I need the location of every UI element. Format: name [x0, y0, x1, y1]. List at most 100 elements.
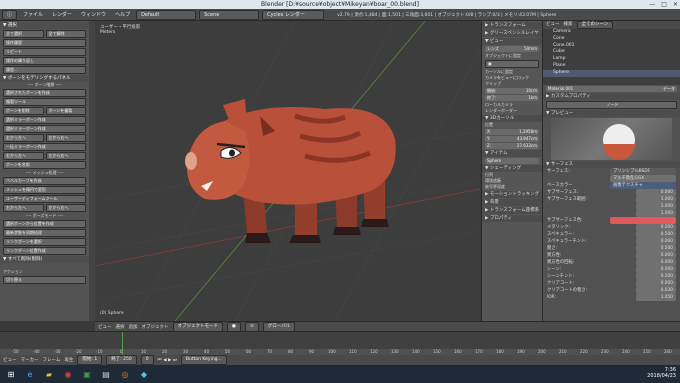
prop-row[interactable]: 異方性: 0.000: [543, 252, 680, 259]
subsurface-color-swatch[interactable]: [610, 217, 676, 224]
prop-row[interactable]: スペキュラー: 0.500: [543, 231, 680, 238]
right-to-left-button[interactable]: 右から左へ: [3, 134, 44, 142]
close-button[interactable]: ✕: [673, 0, 678, 9]
boar-model[interactable]: [95, 21, 480, 321]
prop-row[interactable]: スペキュラーチント: 0.000: [543, 238, 680, 245]
editor-type-icon[interactable]: ⓘ: [2, 9, 18, 20]
scene-select[interactable]: Scene: [199, 9, 260, 20]
lens-field[interactable]: レンズ 50mm: [485, 46, 539, 52]
clip-end-field[interactable]: 終了: 1km: [485, 95, 539, 101]
history-button[interactable]: 操作履歴: [3, 39, 86, 47]
cursor-x-field[interactable]: X: 1.2958m: [485, 129, 539, 135]
keying-set-select[interactable]: Button Keying...: [180, 355, 227, 365]
menu-file[interactable]: ファイル: [20, 11, 46, 18]
action-select[interactable]: 切り替え: [3, 276, 86, 284]
view-header[interactable]: ▼ ビュー: [482, 38, 542, 45]
prop-row[interactable]: シーンチント: 0.500: [543, 273, 680, 280]
duplicate-bone-button[interactable]: ボーンを複製: [45, 107, 86, 115]
panel-select-header[interactable]: ▼ 選択: [0, 22, 89, 29]
menu-render[interactable]: レンダー: [49, 11, 75, 18]
3d-cursor-header[interactable]: ▼ 3Dカーソル: [482, 115, 542, 122]
batch-mirror-button[interactable]: 一括ミラーボーン作成: [3, 143, 86, 151]
surface-header[interactable]: ▼ サーフェス: [543, 161, 680, 168]
prop-row[interactable]: IOR: 1.450: [543, 294, 680, 301]
item-header[interactable]: ▼ アイテム: [482, 150, 542, 157]
pivot-select[interactable]: ⊙: [244, 321, 259, 332]
prop-row[interactable]: サブサーフェス: 0.000: [543, 189, 680, 196]
right-to-left-button-2[interactable]: 右から左へ: [3, 152, 44, 160]
chrome-icon[interactable]: ◉: [60, 367, 76, 381]
prop-row[interactable]: シーン: 0.000: [543, 266, 680, 273]
select-link-bone-button[interactable]: リンクボーンを選択: [3, 238, 86, 246]
shading-header[interactable]: ▼ シェーディング: [482, 165, 542, 172]
delete-bone-button[interactable]: ボーンを削除: [3, 107, 44, 115]
shading-select[interactable]: ●: [227, 321, 241, 332]
panel-bone-header[interactable]: ▼ ボーンをモデリングするパネル: [0, 75, 89, 82]
outliner-search-menu[interactable]: 検索: [564, 21, 573, 29]
duplicate-tool-button[interactable]: 複製ツール: [3, 98, 86, 106]
create-bone-button[interactable]: 選択されたボーンを作成: [3, 89, 86, 97]
outliner-item[interactable]: Lamp: [543, 56, 680, 63]
3d-viewport[interactable]: ユーザー・平行投影 Meters (0) Sphere: [95, 21, 480, 321]
create-from-bone-button[interactable]: 選択ボーンから位置を作成: [3, 220, 86, 228]
store-icon[interactable]: ▣: [79, 367, 95, 381]
prop-row[interactable]: サブサーフェス範囲: 1.000: [543, 196, 680, 203]
menu-help[interactable]: ヘルプ: [112, 11, 133, 18]
minimize-button[interactable]: —: [649, 0, 655, 9]
use-nodes-button[interactable]: ノード: [546, 101, 677, 109]
view-menu[interactable]: ビュー: [98, 324, 112, 330]
prop-row[interactable]: 1.000: [543, 210, 680, 217]
repeat-button[interactable]: リピート: [3, 48, 86, 56]
dof-checkbox[interactable]: 被写界深度: [482, 184, 542, 190]
windows-start-icon[interactable]: ⊞: [3, 367, 19, 381]
timeline[interactable]: -50 -40 -30 -20 -10 0 10 20 30 40 50 60 …: [0, 331, 680, 365]
outliner-view-menu[interactable]: ビュー: [546, 21, 560, 29]
mesh-ellipse-button[interactable]: メッシュを楕円で変形: [3, 186, 86, 194]
item-name-field[interactable]: Sphere: [485, 158, 539, 164]
left-to-right-button[interactable]: 左から右へ: [45, 134, 86, 142]
right-to-left-button-3[interactable]: 右から左へ: [3, 204, 44, 212]
folder-icon[interactable]: ▰: [41, 367, 57, 381]
prop-row[interactable]: クリアコートの粗さ: 0.030: [543, 287, 680, 294]
properties-header[interactable]: ▶ プロパティ: [482, 215, 542, 222]
prop-row[interactable]: クリアコート: 0.000: [543, 280, 680, 287]
history-list-button[interactable]: 履歴...: [3, 66, 86, 74]
motion-tracking-header[interactable]: ▶ モーショントラッキング: [482, 191, 542, 198]
transform-header[interactable]: ▶ トランスフォーム: [482, 22, 542, 29]
timeline-view-menu[interactable]: ビュー: [3, 357, 17, 363]
terminal-icon[interactable]: ▤: [98, 367, 114, 381]
preview-header[interactable]: ▼ プレビュー: [543, 110, 680, 117]
mode-select[interactable]: オブジェクトモード: [172, 321, 223, 332]
sync-button[interactable]: 最新状態を同期処理: [3, 229, 86, 237]
outliner-item[interactable]: Cone: [543, 36, 680, 43]
deselect-all-button[interactable]: 全て解除: [45, 30, 86, 38]
end-frame-field[interactable]: 終了: 250: [106, 355, 137, 365]
timeline-playback-menu[interactable]: 再生: [64, 357, 73, 363]
add-menu[interactable]: 追加: [129, 324, 138, 330]
subsurface-color-row[interactable]: サブサーフェス色:: [543, 217, 680, 224]
edge-icon[interactable]: e: [22, 367, 38, 381]
taskbar-clock[interactable]: 7:36 2018/04/23: [647, 367, 676, 379]
cursor-z-field[interactable]: Z: 27.633cm: [485, 143, 539, 149]
bevel-curve-button[interactable]: ベベルカーブを作成: [3, 177, 86, 185]
background-header[interactable]: ▶ 背景: [482, 199, 542, 206]
play-controls[interactable]: ⏮ ◀ ▶ ⏭: [158, 357, 177, 363]
prop-row[interactable]: 1.000: [543, 203, 680, 210]
mirror-bone-button[interactable]: 選択ミラーボーン作成: [3, 116, 86, 124]
surface-row[interactable]: サーフェス: プリンシプルBSDF: [543, 168, 680, 175]
select-all-button[interactable]: 全て選択: [3, 30, 44, 38]
custom-props-header[interactable]: ▶ カスタムプロパティ: [543, 93, 680, 100]
outliner-item-selected[interactable]: Sphere: [543, 69, 680, 77]
link-bone-position-button[interactable]: リンクボーン位置作成: [3, 247, 86, 255]
lock-object-field[interactable]: ▣: [485, 60, 539, 68]
current-frame-field[interactable]: 0: [140, 355, 154, 365]
app-icon[interactable]: ◆: [136, 367, 152, 381]
transform-orient-header[interactable]: ▶ トランスフォーム座標系: [482, 207, 542, 214]
prop-row[interactable]: メタリック: 0.000: [543, 224, 680, 231]
outliner-display-select[interactable]: 全てのシーン: [576, 21, 614, 29]
material-name-field[interactable]: Material.001 データ: [546, 86, 677, 92]
prop-row[interactable]: 粗さ: 0.500: [543, 245, 680, 252]
layout-select[interactable]: Default: [136, 9, 197, 20]
bone-name-button[interactable]: ボーンを名前: [3, 161, 86, 169]
render-engine-select[interactable]: Cycles レンダー: [262, 9, 325, 20]
